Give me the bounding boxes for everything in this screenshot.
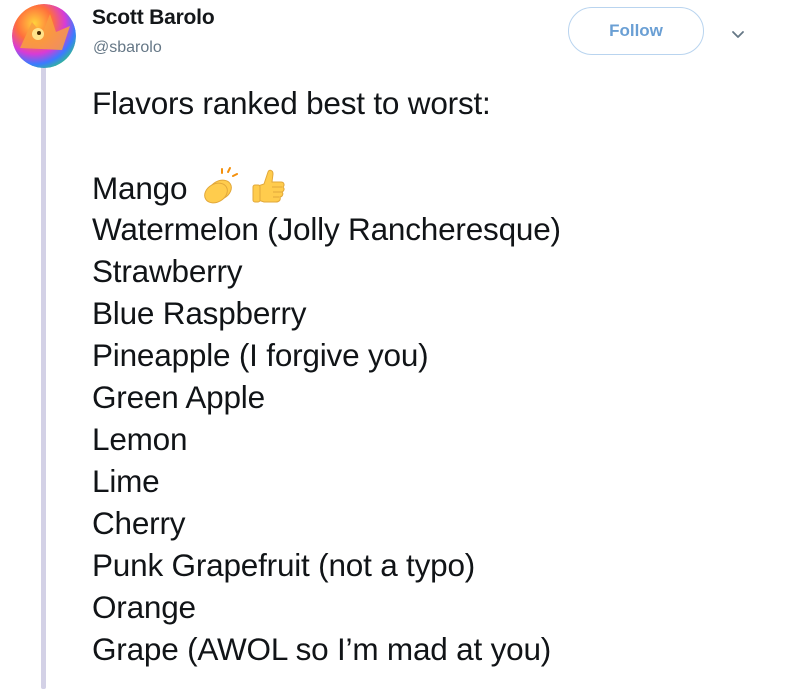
list-item: Lime [92,463,160,499]
clapping-hands-icon [198,166,238,206]
follow-button[interactable]: Follow [568,7,704,55]
list-item: Green Apple [92,379,265,415]
list-item: Lemon [92,421,188,457]
list-item: Watermelon (Jolly Rancheresque) [92,211,561,247]
flavor-name: Mango [92,170,188,206]
list-item: Punk Grapefruit (not a typo) [92,547,476,583]
list-item: Pineapple (I forgive you) [92,337,429,373]
tweet-intro: Flavors ranked best to worst: [92,85,491,121]
chevron-down-icon[interactable] [728,24,748,44]
author-display-name[interactable]: Scott Barolo [92,6,215,30]
thread-line [41,66,46,689]
list-item: Blue Raspberry [92,295,307,331]
avatar[interactable] [12,4,76,68]
line-break [92,124,782,166]
thumbs-up-icon [248,166,288,206]
list-item: Cherry [92,505,186,541]
tweet-text: Flavors ranked best to worst: Mango Wate… [92,82,782,670]
list-item: Grape (AWOL so I’m mad at you) [92,631,552,667]
avatar-image [12,4,76,68]
list-item: Strawberry [92,253,243,289]
author-handle[interactable]: @sbarolo [93,39,162,57]
list-item: Mango [92,166,782,208]
list-item: Orange [92,589,196,625]
